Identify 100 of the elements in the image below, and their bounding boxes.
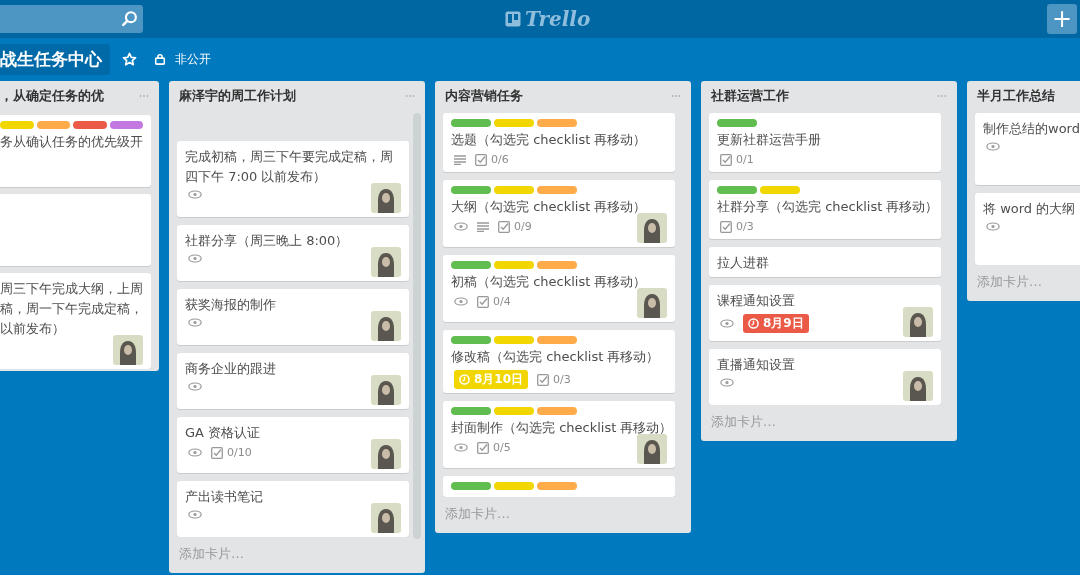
card[interactable]: 制作总结的word [975, 113, 1080, 185]
card[interactable]: 周三下午完成大纲，上周 稿，周一下午完成定稿， 以前发布） [0, 273, 151, 369]
card[interactable]: 课程通知设置 8月9日 [709, 285, 941, 341]
due-date-badge: 8月10日 [454, 370, 529, 389]
description-icon [477, 221, 489, 232]
eye-icon [188, 318, 202, 327]
card[interactable]: 获奖海报的制作 [177, 289, 409, 345]
card-title: GA 资格认证 [185, 424, 262, 442]
avatar [903, 307, 933, 337]
card-title: 周三下午完成大纲，上周 稿，周一下午完成定稿， 以前发布） [0, 280, 143, 338]
checklist-count: 0/10 [227, 446, 252, 459]
card[interactable]: 社群分享（勾选完 checklist 再移动） 0/3 [709, 180, 941, 239]
list-title[interactable]: ，从确定任务的优 [0, 87, 104, 105]
more-icon[interactable] [405, 94, 415, 98]
eye-icon [188, 254, 202, 263]
card-title: 社群分享（勾选完 checklist 再移动） [717, 198, 933, 216]
card[interactable]: 产出读书笔记 [177, 481, 409, 537]
eye-icon [188, 510, 202, 519]
card[interactable]: 更新社群运营手册 0/1 [709, 113, 941, 172]
list-title[interactable]: 半月工作总结 [977, 87, 1055, 105]
card-title: 选题（勾选完 checklist 再移动） [451, 131, 648, 149]
card-title: 拉人进群 [717, 254, 770, 272]
eye-icon [720, 319, 734, 328]
avatar [113, 335, 143, 365]
checklist-icon [537, 373, 550, 386]
list-title[interactable]: 麻泽宇的周工作计划 [179, 87, 296, 105]
eye-icon [720, 378, 734, 387]
more-icon[interactable] [937, 94, 947, 98]
card[interactable]: 初稿（勾选完 checklist 再移动） 0/4 [443, 255, 675, 322]
card-title: 大纲（勾选完 checklist 再移动） [451, 198, 648, 216]
card-title: 更新社群运营手册 [717, 131, 822, 149]
card-title: 课程通知设置 [717, 292, 796, 310]
checklist-count: 0/3 [553, 373, 571, 386]
card[interactable]: 大纲（勾选完 checklist 再移动） 0/9 [443, 180, 675, 247]
eye-icon [188, 448, 202, 457]
card[interactable]: 修改稿（勾选完 checklist 再移动） 8月10日 0/3 [443, 330, 675, 393]
card-title: 修改稿（勾选完 checklist 再移动） [451, 348, 661, 366]
card-title: 直播通知设置 [717, 356, 796, 374]
avatar [903, 371, 933, 401]
checklist-icon [475, 153, 487, 166]
more-icon[interactable] [139, 94, 149, 98]
card[interactable]: 务从确认任务的优先级开 [0, 115, 151, 187]
eye-icon [454, 222, 468, 231]
card[interactable]: GA 资格认证 0/10 [177, 417, 409, 473]
list-title[interactable]: 社群运营工作 [711, 87, 789, 105]
card-title: 社群分享（周三晚上 8:00） [185, 232, 350, 250]
checklist-icon [720, 220, 732, 233]
lock-icon [154, 53, 166, 65]
visibility-button[interactable]: 非公开 [154, 50, 211, 68]
more-icon[interactable] [671, 94, 681, 98]
checklist-icon [477, 295, 489, 308]
app-logo: Trello [525, 7, 591, 31]
search-field[interactable] [0, 5, 143, 33]
card-title: 封面制作（勾选完 checklist 再移动） [451, 419, 667, 437]
checklist-count: 0/4 [493, 295, 511, 308]
checklist-count: 0/6 [491, 153, 509, 166]
card[interactable]: 选题（勾选完 checklist 再移动） 0/6 [443, 113, 675, 172]
card[interactable]: 社群分享（周三晚上 8:00） [177, 225, 409, 281]
card-title: 商务企业的跟进 [185, 360, 277, 378]
board-title[interactable]: 战生任务中心 [0, 43, 110, 75]
avatar [371, 439, 401, 469]
eye-icon [454, 443, 468, 452]
avatar [371, 503, 401, 533]
eye-icon [986, 222, 1000, 231]
card[interactable]: 将 word 的大纲 [975, 193, 1080, 265]
avatar [371, 183, 401, 213]
avatar [637, 288, 667, 318]
description-icon [454, 154, 466, 165]
checklist-icon [720, 153, 732, 166]
card-title: 务从确认任务的优先级开 [0, 133, 143, 151]
checklist-icon [498, 220, 510, 233]
star-icon[interactable] [122, 51, 137, 67]
due-date-badge: 8月9日 [743, 314, 809, 333]
card-title: 产出读书笔记 [185, 488, 264, 506]
checklist-icon [477, 441, 489, 454]
checklist-count: 0/3 [736, 220, 754, 233]
card[interactable]: 直播通知设置 [709, 349, 941, 405]
avatar [371, 375, 401, 405]
checklist-count: 0/1 [736, 153, 754, 166]
card[interactable]: 商务企业的跟进 [177, 353, 409, 409]
card-title: 初稿（勾选完 checklist 再移动） [451, 273, 648, 291]
card[interactable]: 拉人进群 [709, 247, 941, 277]
search-icon [121, 10, 139, 28]
eye-icon [986, 142, 1000, 151]
eye-icon [188, 382, 202, 391]
card[interactable]: 完成初稿，周三下午要完成定稿，周 四下午 7:00 以前发布） [177, 141, 409, 217]
card[interactable] [443, 476, 675, 497]
eye-icon [188, 190, 202, 199]
board-logo-icon [505, 11, 521, 27]
checklist-icon [211, 446, 223, 459]
list-title[interactable]: 内容营销任务 [445, 87, 523, 105]
avatar [371, 311, 401, 341]
avatar [637, 213, 667, 243]
card[interactable]: 封面制作（勾选完 checklist 再移动） 0/5 [443, 401, 675, 468]
eye-icon [454, 297, 468, 306]
card-title: 制作总结的word [983, 120, 1080, 138]
card-title: 获奖海报的制作 [185, 296, 277, 314]
card[interactable] [0, 194, 151, 266]
card-title: 完成初稿，周三下午要完成定稿，周 四下午 7:00 以前发布） [185, 148, 394, 186]
avatar [637, 434, 667, 464]
